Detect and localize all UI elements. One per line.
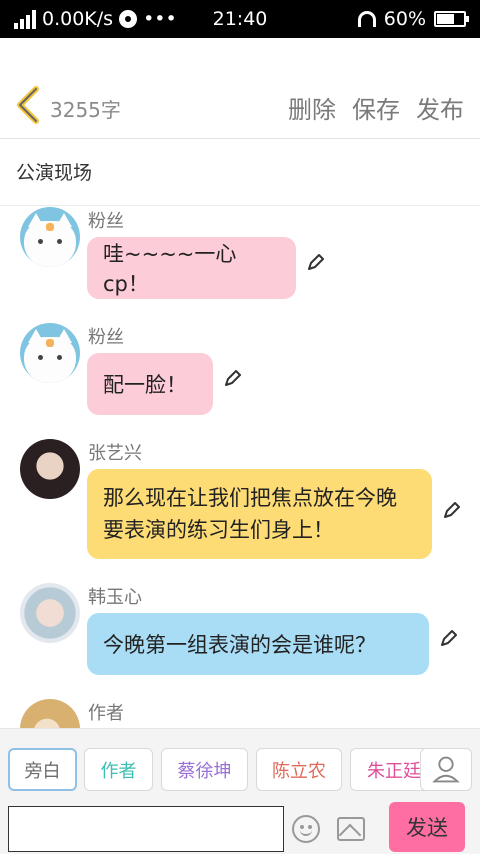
role-chip-label: 蔡徐坤 — [177, 760, 232, 782]
speaker-name: 作者 — [88, 703, 124, 724]
role-chip-label: 朱正廷 — [367, 760, 421, 782]
edit-pencil-icon[interactable] — [305, 253, 325, 273]
editor-toolbar: 3255字 删除 保存 发布 — [0, 38, 480, 139]
chat-list[interactable]: 粉丝 哇~~~~一心cp！ 粉丝 配一脸！ 张艺兴 那么现在让我们把焦点放在今晚… — [0, 207, 480, 728]
add-person-icon — [432, 756, 460, 783]
role-chip-author[interactable]: 作者 — [84, 748, 153, 791]
save-button[interactable]: 保存 — [352, 90, 400, 125]
edit-pencil-icon[interactable] — [438, 629, 458, 649]
speaker-name: 张艺兴 — [88, 443, 142, 464]
delete-button[interactable]: 删除 — [288, 90, 336, 125]
message-bubble[interactable]: 今晚第一组表演的会是谁呢？ — [87, 613, 429, 675]
add-role-button[interactable] — [420, 748, 472, 791]
headphone-icon — [357, 11, 376, 27]
back-chevron-icon[interactable] — [14, 86, 42, 124]
signal-icon — [14, 9, 36, 29]
emoji-icon[interactable] — [292, 815, 320, 843]
message-bubble[interactable]: 哇~~~~一心cp！ — [87, 237, 296, 299]
publish-button[interactable]: 发布 — [416, 90, 464, 125]
photo-avatar[interactable] — [20, 699, 80, 728]
word-count: 3255字 — [50, 98, 121, 122]
message-bubble[interactable]: 那么现在让我们把焦点放在今晚要表演的练习生们身上！ — [87, 469, 432, 559]
send-button[interactable]: 发送 — [389, 802, 465, 852]
more-dots-icon: ••• — [143, 8, 177, 30]
edit-pencil-icon[interactable] — [222, 369, 242, 389]
speaker-name: 韩玉心 — [88, 587, 142, 608]
role-chip-label: 作者 — [100, 760, 137, 782]
music-disc-icon — [119, 10, 138, 28]
role-chip-chen-linong[interactable]: 陈立农 — [256, 748, 342, 791]
photo-avatar[interactable] — [20, 583, 80, 643]
chapter-title[interactable]: 公演现场 — [0, 140, 480, 206]
role-chip-cai-xukun[interactable]: 蔡徐坤 — [161, 748, 248, 791]
role-chip-label: 旁白 — [24, 760, 61, 782]
status-bar: 0.00K/s ••• 21:40 60% — [0, 0, 480, 38]
role-chip-label: 陈立农 — [272, 760, 326, 782]
battery-percent: 60% — [383, 8, 426, 30]
image-icon[interactable] — [337, 817, 365, 841]
role-chip-narrator[interactable]: 旁白 — [8, 748, 77, 791]
edit-pencil-icon[interactable] — [441, 501, 461, 521]
message-bubble[interactable]: 配一脸！ — [87, 353, 213, 415]
network-speed: 0.00K/s — [42, 8, 114, 30]
photo-avatar[interactable] — [20, 439, 80, 499]
role-selector: 旁白 作者 蔡徐坤 陈立农 朱正廷 — [0, 728, 480, 810]
cat-avatar[interactable] — [20, 207, 80, 267]
battery-icon — [434, 11, 469, 27]
cat-avatar[interactable] — [20, 323, 80, 383]
speaker-name: 粉丝 — [88, 211, 124, 232]
composer: 发送 — [0, 802, 480, 854]
speaker-name: 粉丝 — [88, 327, 124, 348]
message-input[interactable] — [8, 806, 284, 852]
